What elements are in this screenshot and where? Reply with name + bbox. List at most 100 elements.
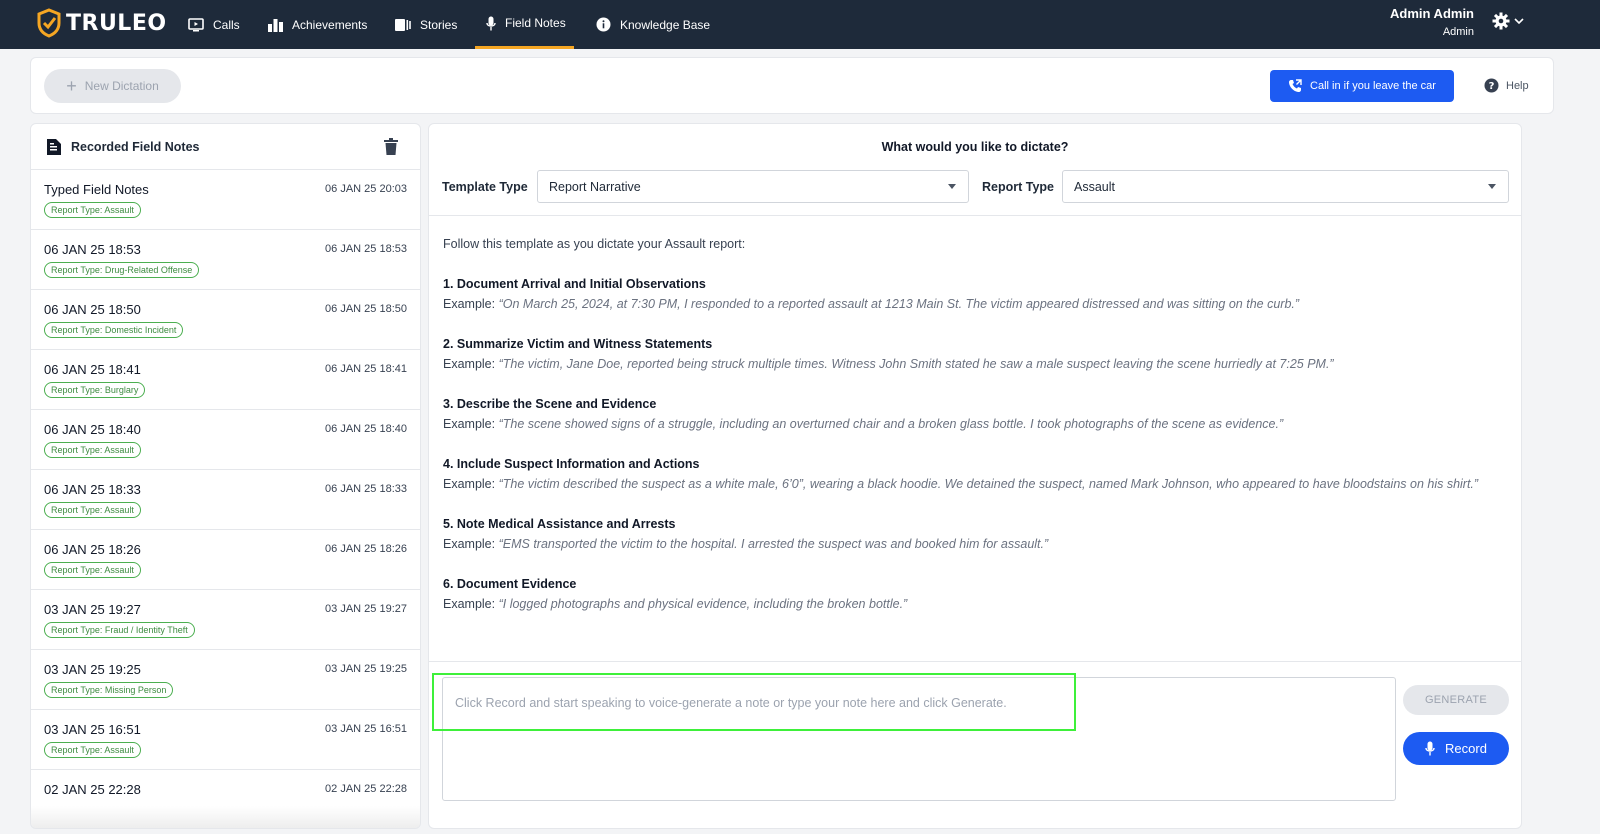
step-title: 1. Document Arrival and Initial Observat… xyxy=(443,277,706,291)
report-type-badge: Report Type: Assault xyxy=(44,502,141,518)
user-name: Admin Admin xyxy=(1389,6,1474,21)
plus-icon: + xyxy=(66,76,77,96)
note-timestamp: 06 JAN 25 18:53 xyxy=(325,243,407,255)
template-type-select[interactable]: Report Narrative xyxy=(537,170,969,203)
nav-calls[interactable]: Calls xyxy=(188,0,240,49)
user-info[interactable]: Admin Admin Admin xyxy=(1390,6,1474,38)
note-timestamp: 06 JAN 25 18:40 xyxy=(325,423,407,435)
call-in-label: Call in if you leave the car xyxy=(1310,80,1436,92)
example-label: Example: xyxy=(443,297,496,311)
new-dictation-button[interactable]: + New Dictation xyxy=(44,69,181,103)
template-type-label: Template Type xyxy=(442,180,528,194)
field-note-item[interactable]: 03 JAN 25 16:51 03 JAN 25 16:51 Report Typ… xyxy=(31,710,420,770)
template-step: 2. Summarize Victim and Witness Statemen… xyxy=(443,334,1513,374)
bar-chart-icon xyxy=(268,18,283,32)
note-timestamp: 02 JAN 25 22:28 xyxy=(325,783,407,795)
nav-stories[interactable]: Stories xyxy=(395,0,457,49)
report-type-select[interactable]: Assault xyxy=(1062,170,1509,203)
step-example: “EMS transported the victim to the hospi… xyxy=(498,537,1049,551)
record-label: Record xyxy=(1445,741,1487,756)
nav-label: Stories xyxy=(420,17,458,32)
field-note-item[interactable]: 06 JAN 25 18:53 06 JAN 25 18:53 Report Typ… xyxy=(31,230,420,290)
step-example: “The scene showed signs of a struggle, i… xyxy=(498,417,1284,431)
step-title: 6. Document Evidence xyxy=(443,577,577,591)
shield-check-icon xyxy=(37,8,61,38)
user-role: Admin xyxy=(1442,26,1474,38)
note-textarea-container[interactable] xyxy=(442,677,1396,801)
report-type-badge: Report Type: Assault xyxy=(44,562,141,578)
microphone-icon xyxy=(486,16,496,30)
report-type-badge: Report Type: Missing Person xyxy=(44,682,174,698)
help-icon: ? xyxy=(1484,78,1499,93)
guide-steps: 1. Document Arrival and Initial Observat… xyxy=(443,274,1513,614)
template-step: 3. Describe the Scene and Evidence Exampl… xyxy=(443,394,1513,434)
step-title: 3. Describe the Scene and Evidence xyxy=(443,397,657,411)
field-note-item[interactable]: 03 JAN 25 19:25 03 JAN 25 19:25 Report Typ… xyxy=(31,650,420,710)
generate-button[interactable]: GENERATE xyxy=(1403,685,1509,715)
top-navbar: TRULEO Calls Achievements Stories Field … xyxy=(0,0,1600,49)
example-label: Example: xyxy=(443,597,496,611)
report-type-value: Assault xyxy=(1074,179,1115,194)
note-timestamp: 03 JAN 25 16:51 xyxy=(325,723,407,735)
tv-play-icon xyxy=(188,17,204,31)
divider xyxy=(429,661,1521,662)
nav-achievements[interactable]: Achievements xyxy=(268,0,367,49)
caret-down-icon xyxy=(948,184,956,189)
report-type-badge: Report Type: Drug-Related Offense xyxy=(44,262,200,278)
field-note-item[interactable]: 03 JAN 25 19:27 03 JAN 25 19:27 Report Typ… xyxy=(31,590,420,650)
field-note-item[interactable]: 06 JAN 25 18:50 06 JAN 25 18:50 Report Typ… xyxy=(31,290,420,350)
nav-field-notes[interactable]: Field Notes xyxy=(475,0,574,49)
example-label: Example: xyxy=(443,417,496,431)
truleo-logo[interactable]: TRULEO xyxy=(36,8,167,38)
scroll-fade xyxy=(31,806,420,828)
field-note-item[interactable]: 06 JAN 25 18:33 06 JAN 25 18:33 Report Typ… xyxy=(31,470,420,530)
field-note-item[interactable]: Typed Field Notes 06 JAN 25 20:03 Report T… xyxy=(31,170,420,230)
stories-icon xyxy=(395,18,411,31)
call-in-button[interactable]: Call in if you leave the car xyxy=(1270,70,1454,102)
nav-knowledge-base[interactable]: Knowledge Base xyxy=(596,0,710,49)
gear-icon xyxy=(1492,12,1510,30)
trash-icon[interactable] xyxy=(384,138,398,155)
report-type-badge: Report Type: Fraud / Identity Theft xyxy=(44,622,195,638)
toolbar: + New Dictation Call in if you leave the… xyxy=(30,57,1554,114)
note-timestamp: 06 JAN 25 18:33 xyxy=(325,483,407,495)
report-type-badge: Report Type: Domestic Incident xyxy=(44,322,184,338)
nav-label: Knowledge Base xyxy=(620,17,711,32)
note-input[interactable] xyxy=(455,696,1383,710)
phone-forward-icon xyxy=(1289,79,1302,92)
template-step: 1. Document Arrival and Initial Observat… xyxy=(443,274,1513,314)
step-title: 4. Include Suspect Information and Actio… xyxy=(443,457,700,471)
field-note-item[interactable]: 06 JAN 25 18:41 06 JAN 25 18:41 Report Typ… xyxy=(31,350,420,410)
record-button[interactable]: Record xyxy=(1403,732,1509,765)
notes-list: Typed Field Notes 06 JAN 25 20:03 Report T… xyxy=(31,170,420,828)
note-timestamp: 03 JAN 25 19:25 xyxy=(325,663,407,675)
template-step: 6. Document Evidence Example: “I logged p… xyxy=(443,574,1513,614)
template-step: 4. Include Suspect Information and Actio… xyxy=(443,454,1513,494)
settings-menu[interactable] xyxy=(1492,12,1524,30)
template-step: 5. Note Medical Assistance and Arrests Ex… xyxy=(443,514,1513,554)
report-type-label: Report Type xyxy=(982,180,1054,194)
step-example: “The victim described the suspect as a w… xyxy=(498,477,1479,491)
recorded-field-notes-panel: Recorded Field Notes Typed Field Notes 06… xyxy=(30,123,421,829)
example-label: Example: xyxy=(443,357,496,371)
caret-down-icon xyxy=(1488,184,1496,189)
help-link[interactable]: ? Help xyxy=(1484,78,1529,93)
example-label: Example: xyxy=(443,537,496,551)
note-timestamp: 03 JAN 25 19:27 xyxy=(325,603,407,615)
chevron-down-icon xyxy=(1514,18,1524,24)
dictation-template-guide: Follow this template as you dictate your… xyxy=(443,234,1513,634)
field-note-item[interactable]: 06 JAN 25 18:40 06 JAN 25 18:40 Report Typ… xyxy=(31,410,420,470)
help-label: Help xyxy=(1506,79,1529,92)
step-example: “The victim, Jane Doe, reported being st… xyxy=(498,357,1334,371)
template-type-value: Report Narrative xyxy=(549,179,641,194)
step-example: “I logged photographs and physical evide… xyxy=(498,597,908,611)
recorded-notes-header: Recorded Field Notes xyxy=(31,124,420,170)
field-note-item[interactable]: 06 JAN 25 18:26 06 JAN 25 18:26 Report Typ… xyxy=(31,530,420,590)
info-icon xyxy=(596,17,611,32)
report-type-badge: Report Type: Assault xyxy=(44,202,141,218)
report-type-badge: Report Type: Assault xyxy=(44,742,141,758)
nav-label: Calls xyxy=(213,17,240,32)
example-label: Example: xyxy=(443,477,496,491)
new-dictation-label: New Dictation xyxy=(84,79,159,93)
dictation-question: What would you like to dictate? xyxy=(881,140,1069,154)
